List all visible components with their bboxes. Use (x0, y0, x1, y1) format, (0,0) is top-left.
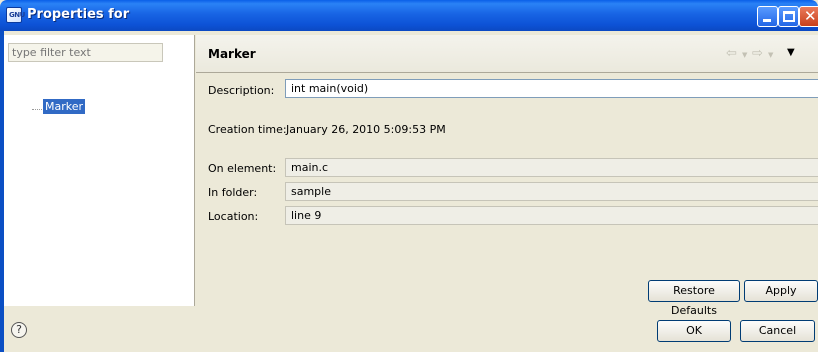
back-arrow-icon[interactable]: ⇦ (726, 46, 737, 61)
properties-page: Marker ⇦ ▼ ⇨ ▼ ▼ Description: int main(v… (196, 35, 818, 317)
maximize-button[interactable] (778, 6, 799, 27)
location-field: line 9 (285, 206, 818, 225)
on-element-label: On element: (208, 162, 277, 175)
help-icon[interactable]: ? (11, 322, 27, 338)
forward-arrow-icon[interactable]: ⇨ (752, 46, 763, 61)
restore-defaults-button[interactable]: Restore Defaults (648, 280, 740, 317)
forward-dropdown-icon[interactable]: ▼ (768, 51, 773, 59)
creation-time-value: January 26, 2010 5:09:53 PM (286, 123, 446, 136)
in-folder-label: In folder: (208, 186, 258, 199)
window-title: Properties for (27, 7, 130, 22)
location-label: Location: (208, 210, 259, 223)
minimize-button[interactable] (757, 6, 778, 27)
app-icon: GNU (6, 7, 25, 23)
creation-time-label: Creation time: (208, 123, 287, 136)
description-label: Description: (208, 84, 275, 97)
close-button[interactable]: ✕ (799, 6, 818, 27)
ok-button[interactable]: OK (657, 320, 731, 342)
in-folder-field: sample (285, 182, 818, 201)
on-element-field: main.c (285, 158, 818, 177)
view-menu-icon[interactable]: ▼ (787, 47, 795, 58)
minimize-icon (763, 19, 771, 22)
maximize-icon (783, 11, 795, 22)
close-icon: ✕ (804, 7, 817, 25)
tree-item-marker[interactable]: Marker (43, 99, 86, 114)
page-title: Marker (208, 47, 256, 61)
page-header: Marker ⇦ ▼ ⇨ ▼ ▼ (196, 35, 818, 73)
title-bar[interactable]: GNU Properties for ✕ (0, 0, 818, 31)
navigation-panel: Marker (4, 35, 195, 306)
apply-button[interactable]: Apply (744, 280, 818, 302)
back-dropdown-icon[interactable]: ▼ (742, 51, 747, 59)
filter-input[interactable] (8, 43, 163, 62)
description-field[interactable]: int main(void) (285, 79, 818, 98)
cancel-button[interactable]: Cancel (740, 320, 815, 342)
